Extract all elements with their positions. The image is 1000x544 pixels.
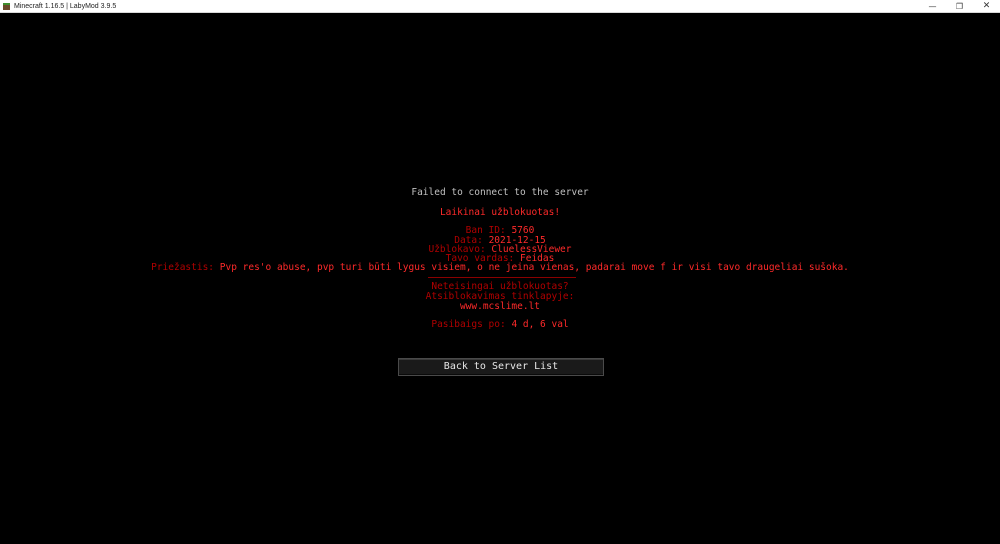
expires-line: Pasibaigs po: 4 d, 6 val <box>0 319 1000 330</box>
expires-value: 4 d, 6 val <box>511 319 569 330</box>
reason-label: Priežastis: <box>151 262 215 273</box>
reason-line: Priežastis: Pvp res'o abuse, pvp turi bū… <box>0 262 1000 273</box>
disconnect-heading: Failed to connect to the server <box>411 187 589 198</box>
divider <box>428 277 576 278</box>
back-to-server-list-button[interactable]: Back to Server List <box>398 358 604 376</box>
appeal-url: www.mcslime.lt <box>459 301 541 312</box>
window-title: Minecraft 1.16.5 | LabyMod 3.9.5 <box>14 2 117 10</box>
disconnect-screen: Failed to connect to the server Laikinai… <box>0 13 1000 544</box>
banned-title: Laikinai užblokuotas! <box>439 207 561 218</box>
window-title-bar: Minecraft 1.16.5 | LabyMod 3.9.5 — ❐ ✕ <box>0 0 1000 13</box>
close-icon[interactable]: ✕ <box>973 0 1000 12</box>
window-controls: — ❐ ✕ <box>919 0 1000 12</box>
minimize-icon[interactable]: — <box>919 0 946 12</box>
expires-label: Pasibaigs po: <box>431 319 506 330</box>
reason-value: Pvp res'o abuse, pvp turi būti lygus vis… <box>219 262 849 273</box>
restore-icon[interactable]: ❐ <box>946 0 973 12</box>
minecraft-icon <box>3 2 10 10</box>
